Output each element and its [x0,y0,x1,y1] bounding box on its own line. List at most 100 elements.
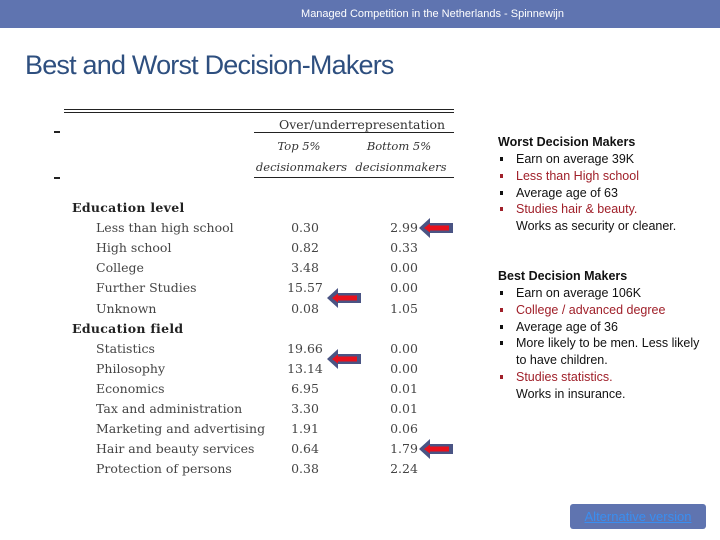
top-value: 6.95 [291,380,319,396]
table-top-rule-2 [64,112,454,113]
row-label: Protection of persons [96,461,232,477]
bottom-value: 0.00 [390,280,418,296]
top-value: 0.30 [291,220,319,236]
bottom-value: 0.01 [390,401,418,416]
bullet-text: Studies statistics. [516,369,613,384]
worst-list: Earn on average 39K Less than High school… [498,151,713,235]
table-row: Hair and beauty services 0.64 1.79 [54,441,454,461]
col-top-line2: decisionmakers [255,160,348,174]
top-value: 15.57 [287,280,323,296]
top-value: 3.30 [291,401,319,416]
bullet-text: Average age of 63 [516,185,618,200]
bullet-icon [500,307,503,312]
bullet-text: College / advanced degree [516,302,666,317]
bullet-icon [500,291,503,295]
row-label: Less than high school [96,220,234,236]
bullet-icon [500,324,503,329]
row-label: Statistics [96,340,155,356]
bullet-text: Earn on average 106K [516,286,642,300]
col-bottom-line1: Bottom 5% [366,139,432,153]
top-value: 1.91 [291,421,319,437]
table-top-rule [64,109,454,110]
group-header-rule [254,132,454,133]
bullet-icon [500,207,503,212]
bullet-icon [500,374,503,379]
bottom-value: 0.00 [390,340,418,356]
table-row: Economics 6.95 0.01 [54,381,454,401]
bullet-item: Average age of 63 [498,185,713,202]
table-row: Philosophy 13.14 0.00 [54,361,454,381]
group-header: Over/underrepresentation [279,117,446,132]
highlight-arrow-icon [418,438,454,460]
table-row: Unknown 0.08 1.05 [54,301,454,321]
bullet-text: Studies hair & beauty. [516,202,638,217]
row-label: Hair and beauty services [96,441,255,457]
bullet-icon [500,157,503,161]
best-heading: Best Decision Makers [498,269,628,283]
highlight-arrow-icon [326,348,362,370]
header-bar: Managed Competition in the Netherlands -… [0,0,720,28]
bullet-item: Less than High school [498,168,713,185]
bullet-item: Earn on average 39K [498,151,713,168]
top-value: 13.14 [287,360,323,376]
bullet-item: Studies statistics. Works in insurance. [498,369,713,403]
best-list: Earn on average 106K College / advanced d… [498,285,713,403]
header-bottom-rule [254,177,454,178]
row-label: Further Studies [96,280,197,296]
bullet-icon [500,190,503,195]
bottom-value: 1.05 [390,300,418,316]
dash-marker [54,177,60,179]
bullet-icon [500,341,503,346]
bullet-item: More likely to be men. Less likely to ha… [498,335,713,369]
alternative-version-button[interactable]: Alternative version [570,504,706,529]
bullet-text: Less than High school [516,168,639,183]
row-label: Marketing and advertising [96,421,266,437]
bottom-value: 2.24 [390,461,418,477]
bullet-text: More likely to be men. Less likely to ha… [516,336,700,368]
table-row: High school 0.82 0.33 [54,240,454,260]
dash-marker [54,131,60,133]
bottom-value: 0.06 [390,421,418,437]
row-label: Economics [96,380,165,396]
header-text: Managed Competition in the Netherlands -… [301,8,564,20]
top-value: 19.66 [287,340,323,356]
top-value: 0.82 [291,240,319,256]
bullet-icon [500,173,503,178]
bullet-item: College / advanced degree [498,302,713,319]
table-row: Statistics 19.66 0.00 [54,341,454,361]
table-row: College 3.48 0.00 [54,260,454,280]
bottom-value: 0.01 [390,380,418,396]
bottom-value: 0.33 [390,240,418,256]
top-value: 0.08 [291,300,319,316]
table-row: Protection of persons 0.38 2.24 [54,461,454,481]
top-value: 0.64 [291,441,319,457]
bullet-continuation: Works in insurance. [516,386,626,401]
bullet-item: Average age of 36 [498,319,713,336]
table-row: Tax and administration 3.30 0.01 [54,401,454,421]
bullet-text: Earn on average 39K [516,152,635,166]
row-label: Philosophy [96,360,166,376]
bottom-value: 0.00 [390,260,418,276]
row-label: High school [96,240,172,256]
alternative-version-link[interactable]: Alternative version [585,509,692,524]
slide-title: Best and Worst Decision-Makers [25,50,394,80]
top-value: 0.38 [291,461,319,477]
table-row: Less than high school 0.30 2.99 [54,220,454,240]
row-label: Tax and administration [96,401,243,416]
highlight-arrow-icon [326,287,362,309]
row-label: College [96,260,144,276]
top-value: 3.48 [291,260,319,276]
bullet-item: Earn on average 106K [498,285,713,302]
bullet-continuation: Works as security or cleaner. [516,219,677,234]
bottom-value: 0.00 [390,360,418,376]
bullet-text: Average age of 36 [516,319,618,334]
highlight-arrow-icon [418,217,454,239]
best-panel: Best Decision Makers Earn on average 106… [498,268,713,403]
table-row: Further Studies 15.57 0.00 [54,280,454,300]
worst-heading: Worst Decision Makers [498,135,636,149]
col-bottom-line2: decisionmakers [355,160,447,174]
section-heading: Education level [72,200,185,215]
table-row: Marketing and advertising 1.91 0.06 [54,421,454,441]
bullet-item: Studies hair & beauty. Works as security … [498,201,713,235]
worst-panel: Worst Decision Makers Earn on average 39… [498,134,713,235]
